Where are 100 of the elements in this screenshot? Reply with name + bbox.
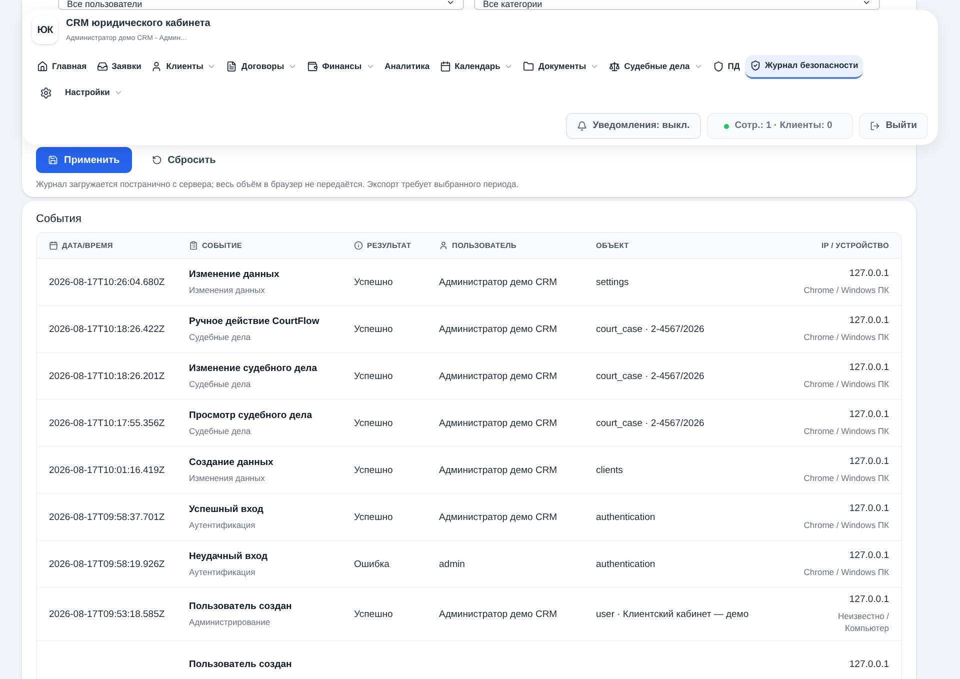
event-title: Изменение данных <box>189 268 280 280</box>
shield-icon <box>712 61 724 72</box>
ip-address: 127.0.0.1 <box>849 503 889 514</box>
result-cell: Успешно <box>354 276 393 288</box>
datetime-cell: 2026-08-17T10:26:04.680Z <box>49 276 165 288</box>
app-title: CRM юридического кабинета <box>66 17 210 31</box>
result-cell: Ошибка <box>354 558 390 570</box>
ip-address: 127.0.0.1 <box>849 362 889 373</box>
event-category: Администрирование <box>189 616 272 628</box>
apply-button[interactable]: Применить <box>36 147 132 173</box>
object-cell: court_case · 2-4567/2026 <box>596 324 704 334</box>
nav-item[interactable]: Календарь <box>434 54 518 78</box>
datetime-cell: 2026-08-17T10:18:26.422Z <box>49 324 165 334</box>
calendar-icon <box>440 61 451 72</box>
ip-address: 127.0.0.1 <box>849 456 889 467</box>
logout-button[interactable]: Выйти <box>858 113 928 139</box>
wallet-icon <box>307 61 318 72</box>
object-cell: clients <box>596 464 623 476</box>
device-info: Неизвестно / Компьютер <box>837 610 889 634</box>
datetime-cell: 2026-08-17T09:58:19.926Z <box>49 558 165 570</box>
nav-label: Финансы <box>322 60 362 73</box>
event-category: Изменения данных <box>189 284 266 296</box>
nav-item[interactable]: Главная <box>32 54 92 78</box>
user-icon <box>439 241 448 250</box>
bell-icon <box>576 121 587 131</box>
user-cell: Администратор демо CRM <box>439 276 558 288</box>
caret-icon <box>446 0 455 7</box>
device-info: Chrome / Windows ПК <box>802 566 889 578</box>
nav-label: ПД <box>728 60 740 73</box>
datetime-cell: 2026-08-17T10:01:16.419Z <box>49 464 165 476</box>
device-info: Chrome / Windows ПК <box>802 331 889 343</box>
home-icon <box>37 61 48 72</box>
filter-select[interactable]: Все категории <box>474 0 880 10</box>
nav-item[interactable]: Журнал безопасности <box>744 54 864 78</box>
ip-address: 127.0.0.1 <box>849 594 889 605</box>
logo: ЮК <box>32 16 58 44</box>
nav-label: Клиенты <box>166 60 204 73</box>
nav-item[interactable]: Клиенты <box>146 54 222 78</box>
nav-item[interactable]: Судебные дела <box>604 54 708 78</box>
event-title: Неудачный вход <box>189 550 269 562</box>
nav-item[interactable]: Документы <box>518 54 604 78</box>
ip-address: 127.0.0.1 <box>849 658 889 670</box>
object-cell: user · Клиентский кабинет — демо <box>596 608 749 620</box>
event-title: Пользователь создан <box>189 658 293 670</box>
nav-label: Журнал безопасности <box>764 59 858 72</box>
nav-label: Календарь <box>454 60 500 73</box>
datetime-cell: 2026-08-17T10:18:26.201Z <box>49 370 165 382</box>
device-info: Chrome / Windows ПК <box>802 425 889 437</box>
result-cell: Успешно <box>354 512 393 522</box>
user-cell: Администратор демо CRM <box>439 418 558 428</box>
nav-label: Заявки <box>112 60 142 73</box>
nav-item[interactable]: Настройки <box>60 80 128 104</box>
caret-icon <box>862 0 871 7</box>
device-info: Chrome / Windows ПК <box>802 378 889 390</box>
nav-item[interactable]: Заявки <box>92 54 146 78</box>
user-cell: Администратор демо CRM <box>439 370 558 382</box>
result-cell: Успешно <box>354 608 393 620</box>
user-icon <box>151 61 162 72</box>
logout-icon <box>870 121 880 131</box>
event-category: Аутентификация <box>189 520 256 530</box>
inbox-icon <box>96 61 108 72</box>
shield-check-icon <box>750 60 761 71</box>
nav-item[interactable]: ПД <box>708 54 745 78</box>
nav-item[interactable]: Финансы <box>302 54 380 78</box>
section-title: События <box>36 213 82 226</box>
object-cell: court_case · 2-4567/2026 <box>596 418 704 428</box>
user-cell: Администратор демо CRM <box>439 324 558 334</box>
settings-icon <box>40 86 52 98</box>
user-cell: Администратор демо CRM <box>439 512 558 522</box>
event-title: Ручное действие CourtFlow <box>189 316 320 326</box>
select-value: Все категории <box>483 0 542 9</box>
filter-select[interactable]: Все пользователи <box>58 0 464 10</box>
clipboard-icon <box>189 241 198 250</box>
nav-label: Аналитика <box>384 60 430 73</box>
ip-address: 127.0.0.1 <box>849 268 889 279</box>
ip-address: 127.0.0.1 <box>849 550 889 561</box>
nav-label: Документы <box>538 60 586 73</box>
nav-label: Главная <box>52 60 87 73</box>
calendar-icon <box>49 241 58 250</box>
nav-item[interactable]: Договоры <box>221 54 302 78</box>
event-category: Аутентификация <box>189 566 256 578</box>
event-title: Успешный вход <box>189 504 264 514</box>
object-cell: authentication <box>596 558 656 570</box>
reset-icon <box>152 155 162 165</box>
notifications-button[interactable]: Уведомления: выкл. <box>566 113 701 139</box>
ip-address: 127.0.0.1 <box>849 409 889 420</box>
save-icon <box>48 155 58 165</box>
event-title: Просмотр судебного дела <box>189 410 314 420</box>
user-cell: Администратор демо CRM <box>439 464 558 476</box>
object-cell: settings <box>596 276 629 288</box>
document-icon <box>226 61 238 72</box>
datetime-cell: 2026-08-17T09:58:37.701Z <box>49 512 165 522</box>
user-cell: admin <box>439 558 465 570</box>
device-info: Chrome / Windows ПК <box>802 519 889 531</box>
event-category: Изменения данных <box>189 472 266 484</box>
datetime-cell: 2026-08-17T09:53:18.585Z <box>49 608 165 620</box>
select-value: Все пользователи <box>67 0 142 9</box>
ip-address: 127.0.0.1 <box>849 315 889 326</box>
reset-button[interactable]: Сбросить <box>148 147 220 173</box>
nav-item[interactable]: Аналитика <box>380 54 435 78</box>
